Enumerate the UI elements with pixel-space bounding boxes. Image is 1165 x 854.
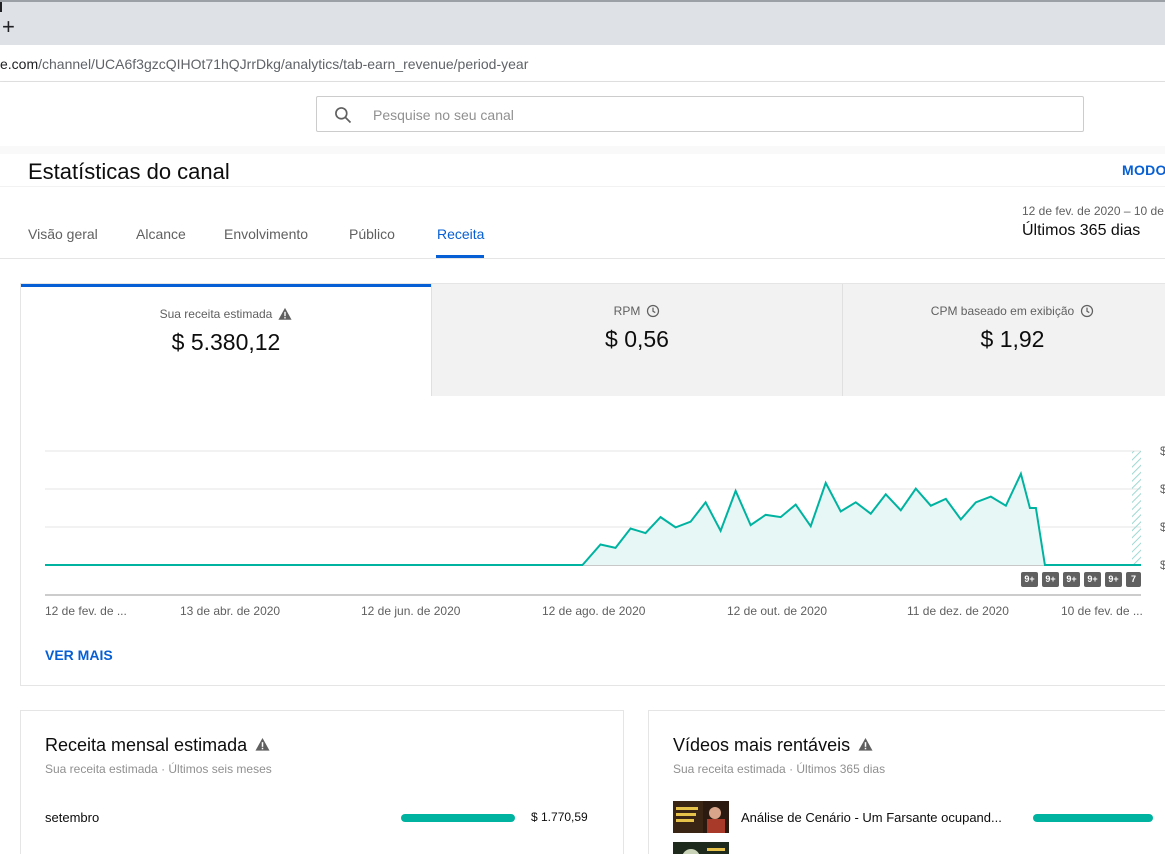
x-tick-label: 12 de jun. de 2020 — [361, 604, 461, 618]
y-tick-label: $ — [1160, 444, 1165, 458]
tab-alcance[interactable]: Alcance — [136, 226, 186, 242]
warning-icon[interactable] — [858, 737, 873, 752]
see-more-link[interactable]: VER MAIS — [45, 647, 113, 663]
series-area — [45, 473, 1141, 565]
header-gap — [0, 146, 1165, 154]
tab-envolvimento[interactable]: Envolvimento — [224, 226, 308, 242]
metric-value: $ 5.380,12 — [171, 329, 281, 355]
card-subtitle: Sua receita estimada · Últimos 365 dias — [673, 762, 886, 776]
card-title: Receita mensal estimada — [45, 735, 248, 755]
period-range[interactable]: 12 de fev. de 2020 – 10 de — [1022, 204, 1164, 218]
metric-label-wrap: CPM baseado em exibição — [843, 304, 1165, 318]
annotation-badge[interactable]: 9+ — [1021, 572, 1038, 587]
text-cursor — [0, 2, 2, 12]
url-host: e.com — [0, 56, 39, 72]
incomplete-data-zone — [1132, 451, 1141, 565]
address-bar[interactable]: e.com/channel/UCA6f3gzcQIHOt71hQJrrDkg/a… — [0, 45, 1165, 82]
page-title: Estatísticas do canal — [28, 159, 230, 184]
month-value: $ 1.770,59 — [531, 810, 588, 824]
x-tick-label: 10 de fev. de ... — [1061, 604, 1143, 618]
metric-estimated-revenue[interactable]: Sua receita estimada $ 5.380,12 — [21, 284, 431, 396]
annotation-badge[interactable]: 7 — [1126, 572, 1141, 587]
metric-value: $ 1,92 — [980, 326, 1045, 352]
url-text[interactable]: e.com/channel/UCA6f3gzcQIHOt71hQJrrDkg/a… — [0, 56, 528, 72]
divider — [0, 258, 1165, 259]
x-tick-label: 12 de fev. de ... — [45, 604, 127, 618]
metric-label: Sua receita estimada — [159, 307, 273, 321]
video-thumbnail[interactable] — [673, 842, 729, 854]
clock-icon[interactable] — [1080, 304, 1094, 318]
url-path: /channel/UCA6f3gzcQIHOt71hQJrrDkg/analyt… — [38, 56, 529, 72]
metric-label-wrap: RPM — [432, 304, 842, 318]
video-title[interactable]: Análise de Cenário - Um Farsante ocupand… — [741, 810, 1002, 825]
studio-header: Pesquise no seu canal — [0, 82, 1165, 146]
annotation-badge[interactable]: 9+ — [1042, 572, 1059, 587]
divider — [0, 186, 1165, 187]
video-revenue-bar — [1033, 814, 1153, 822]
card-title-wrap: Receita mensal estimada — [45, 735, 270, 756]
annotation-badge[interactable]: 9+ — [1084, 572, 1101, 587]
x-tick-label: 12 de ago. de 2020 — [542, 604, 646, 618]
metric-label: RPM — [613, 304, 641, 318]
annotation-badge[interactable]: 9+ — [1063, 572, 1080, 587]
card-title: Vídeos mais rentáveis — [673, 735, 851, 755]
top-videos-card: Vídeos mais rentáveis Sua receita estima… — [648, 710, 1165, 854]
tab-receita[interactable]: Receita — [437, 226, 484, 242]
tab-visao-geral[interactable]: Visão geral — [28, 226, 98, 242]
video-thumbnail[interactable] — [673, 801, 729, 833]
warning-icon[interactable] — [278, 307, 292, 321]
x-tick-label: 11 de dez. de 2020 — [907, 604, 1009, 618]
period-selector[interactable]: Últimos 365 dias — [1022, 222, 1140, 240]
tab-publico[interactable]: Público — [349, 226, 395, 242]
metric-value: $ 0,56 — [605, 326, 669, 352]
mode-button[interactable]: MODO — [1122, 162, 1165, 178]
y-tick-label: $ — [1160, 520, 1165, 534]
search-icon[interactable] — [333, 105, 353, 125]
x-tick-label: 13 de abr. de 2020 — [180, 604, 281, 618]
browser-tabstrip: + — [0, 0, 1165, 45]
search-box[interactable]: Pesquise no seu canal — [316, 96, 1084, 132]
metric-label: CPM baseado em exibição — [930, 304, 1075, 318]
month-revenue-bar — [401, 814, 515, 822]
month-label: setembro — [45, 810, 100, 825]
card-subtitle: Sua receita estimada · Últimos seis mese… — [45, 762, 272, 776]
metric-label-wrap: Sua receita estimada — [21, 307, 431, 321]
y-tick-label: $ — [1160, 482, 1165, 496]
search-input[interactable]: Pesquise no seu canal — [373, 107, 514, 123]
clock-icon[interactable] — [646, 304, 660, 318]
metric-rpm[interactable]: RPM $ 0,56 — [431, 284, 842, 396]
metric-cpm[interactable]: CPM baseado em exibição $ 1,92 — [842, 284, 1165, 396]
annotation-badge[interactable]: 9+ — [1105, 572, 1122, 587]
card-title-wrap: Vídeos mais rentáveis — [673, 735, 873, 756]
new-tab-button[interactable]: + — [2, 16, 15, 38]
revenue-chart[interactable] — [20, 440, 1165, 605]
warning-icon[interactable] — [255, 737, 270, 752]
y-tick-label: $ — [1160, 558, 1165, 572]
monthly-revenue-card: Receita mensal estimada Sua receita esti… — [20, 710, 624, 854]
x-tick-label: 12 de out. de 2020 — [727, 604, 828, 618]
